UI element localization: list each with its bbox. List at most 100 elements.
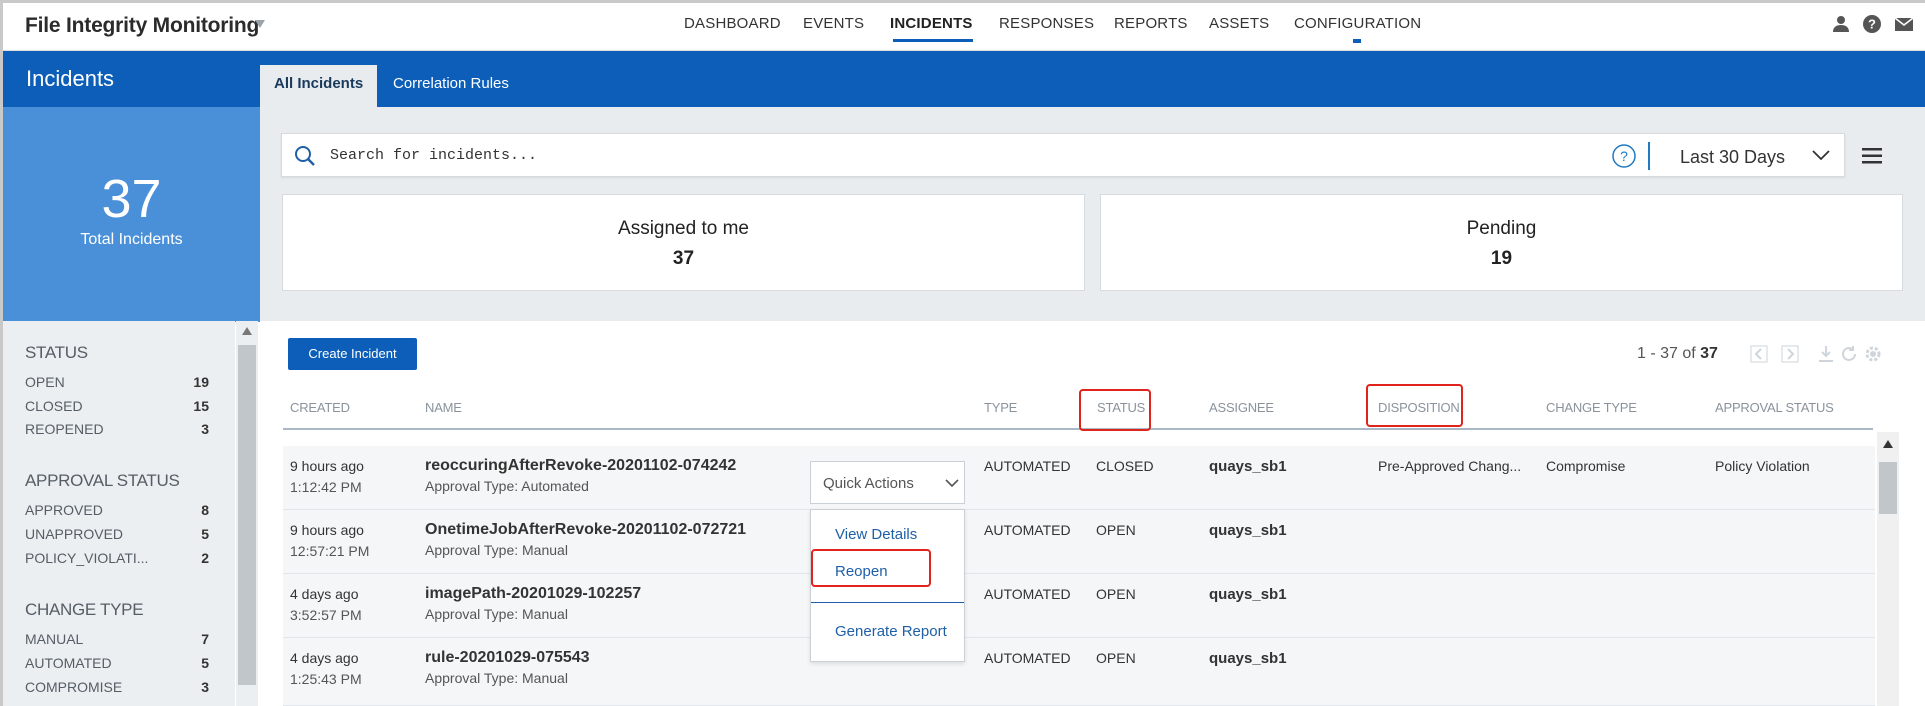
- reopen-highlight: [811, 549, 931, 587]
- menu-item-generate-report[interactable]: Generate Report: [835, 623, 947, 640]
- filter-count: 15: [193, 398, 209, 414]
- filter-approval-approved[interactable]: APPROVED 8: [25, 502, 209, 518]
- filter-label: OPEN: [25, 374, 65, 390]
- table-row[interactable]: 4 days ago 3:52:57 PM imagePath-20201029-…: [283, 574, 1875, 638]
- card-value: 37: [672, 248, 695, 269]
- create-incident-button[interactable]: Create Incident: [288, 338, 417, 370]
- settings-gear-icon[interactable]: [1864, 345, 1882, 363]
- created-cell: 9 hours ago 12:57:21 PM: [290, 522, 369, 559]
- scroll-up-arrow-icon[interactable]: [242, 327, 252, 335]
- nav-incidents[interactable]: INCIDENTS: [890, 15, 973, 32]
- chevron-down-icon[interactable]: [1812, 150, 1830, 162]
- incident-name[interactable]: reoccuringAfterRevoke-20201102-074242: [425, 457, 736, 475]
- type-cell: AUTOMATED: [984, 458, 1071, 474]
- mail-icon[interactable]: [1894, 15, 1914, 33]
- filter-change-compromise[interactable]: COMPROMISE 3: [25, 679, 209, 695]
- pending-card[interactable]: Pending 19: [1100, 194, 1903, 291]
- nav-assets[interactable]: ASSETS: [1209, 15, 1269, 32]
- card-title: Pending: [1466, 218, 1537, 239]
- menu-icon[interactable]: [1862, 148, 1882, 164]
- name-cell: reoccuringAfterRevoke-20201102-074242 App…: [425, 457, 736, 494]
- incident-name[interactable]: imagePath-20201029-102257: [425, 585, 641, 603]
- filter-status-closed[interactable]: CLOSED 15: [25, 398, 209, 414]
- pagination-info: 1 - 37 of 37: [1637, 345, 1718, 363]
- search-help-icon[interactable]: ?: [1612, 144, 1636, 168]
- nav-dashboard[interactable]: DASHBOARD: [684, 15, 781, 32]
- tab-correlation-rules[interactable]: Correlation Rules: [379, 65, 523, 107]
- chevron-down-icon: [945, 479, 959, 488]
- filter-status-open[interactable]: OPEN 19: [25, 374, 209, 390]
- nav-indicator: [1353, 39, 1361, 43]
- filter-approval-policy-violation[interactable]: POLICY_VIOLATI... 2: [25, 550, 209, 566]
- previous-page-icon[interactable]: [1750, 345, 1768, 363]
- total-incidents-count: 37: [101, 169, 162, 229]
- nav-responses[interactable]: RESPONSES: [999, 15, 1094, 32]
- column-header-created[interactable]: CREATED: [290, 400, 350, 415]
- table-row[interactable]: 4 days ago 1:25:43 PM rule-20201029-07554…: [283, 638, 1875, 706]
- nav-reports[interactable]: REPORTS: [1114, 15, 1188, 32]
- filter-count: 3: [201, 421, 209, 437]
- scrollbar-thumb[interactable]: [1879, 462, 1897, 514]
- assignee-cell: quays_sb1: [1209, 650, 1287, 667]
- name-cell: OnetimeJobAfterRevoke-20201102-072721 App…: [425, 521, 746, 558]
- user-icon[interactable]: [1832, 15, 1850, 33]
- filter-label: APPROVED: [25, 502, 103, 518]
- filters-scrollbar[interactable]: [236, 321, 258, 706]
- type-cell: AUTOMATED: [984, 650, 1071, 666]
- scroll-up-arrow-icon[interactable]: [1883, 440, 1893, 448]
- tab-all-incidents[interactable]: All Incidents: [260, 65, 378, 107]
- total-incidents-label: Total Incidents: [80, 231, 183, 248]
- column-header-approval-status[interactable]: APPROVAL STATUS: [1715, 400, 1834, 415]
- quick-actions-dropdown[interactable]: Quick Actions: [810, 461, 965, 504]
- app-title[interactable]: File Integrity Monitoring: [25, 14, 259, 38]
- page-title: Incidents: [26, 66, 115, 91]
- header-divider: [283, 428, 1873, 430]
- approval-type: Approval Type: Manual: [425, 606, 568, 622]
- table-scrollbar[interactable]: [1877, 432, 1899, 706]
- column-header-assignee[interactable]: ASSIGNEE: [1209, 400, 1274, 415]
- filter-heading-approval: APPROVAL STATUS: [25, 471, 180, 490]
- filter-label: CLOSED: [25, 398, 83, 414]
- next-page-icon[interactable]: [1781, 345, 1799, 363]
- filter-change-manual[interactable]: MANUAL 7: [25, 631, 209, 647]
- pager-range: 1 - 37 of: [1637, 345, 1696, 362]
- filter-approval-unapproved[interactable]: UNAPPROVED 5: [25, 526, 209, 542]
- search-input[interactable]: [330, 134, 1570, 176]
- card-title: Assigned to me: [618, 218, 749, 239]
- created-cell: 4 days ago 3:52:57 PM: [290, 586, 362, 623]
- filter-status-reopened[interactable]: REOPENED 3: [25, 421, 209, 437]
- assigned-to-me-card[interactable]: Assigned to me 37: [282, 194, 1085, 291]
- status-cell: OPEN: [1096, 650, 1136, 666]
- table-row[interactable]: 9 hours ago 1:12:42 PM reoccuringAfterRev…: [283, 446, 1875, 510]
- nav-configuration[interactable]: CONFIGURATION: [1294, 15, 1421, 32]
- filter-label: POLICY_VIOLATI...: [25, 550, 149, 566]
- filter-label: AUTOMATED: [25, 655, 112, 671]
- help-icon[interactable]: ?: [1863, 15, 1881, 33]
- column-header-change-type[interactable]: CHANGE TYPE: [1546, 400, 1637, 415]
- filter-count: 19: [193, 374, 209, 390]
- menu-item-view-details[interactable]: View Details: [835, 526, 917, 543]
- table-row[interactable]: 9 hours ago 12:57:21 PM OnetimeJobAfterRe…: [283, 510, 1875, 574]
- app-switcher-caret-icon[interactable]: [255, 20, 265, 28]
- pager-total: 37: [1700, 345, 1718, 362]
- card-value: 19: [1490, 248, 1513, 269]
- svg-text:?: ?: [1868, 17, 1876, 32]
- filter-change-automated[interactable]: AUTOMATED 5: [25, 655, 209, 671]
- status-cell: OPEN: [1096, 522, 1136, 538]
- filter-heading-status: STATUS: [25, 343, 88, 362]
- column-header-name[interactable]: NAME: [425, 400, 462, 415]
- column-header-type[interactable]: TYPE: [984, 400, 1017, 415]
- approval-type: Approval Type: Manual: [425, 670, 568, 686]
- nav-events[interactable]: EVENTS: [803, 15, 864, 32]
- incident-name[interactable]: OnetimeJobAfterRevoke-20201102-072721: [425, 521, 746, 539]
- date-range-select[interactable]: Last 30 Days: [1680, 147, 1785, 168]
- scrollbar-thumb[interactable]: [238, 345, 256, 685]
- menu-divider: [811, 602, 964, 603]
- created-relative: 9 hours ago: [290, 522, 364, 538]
- refresh-icon[interactable]: [1840, 345, 1858, 363]
- change-type-cell: Compromise: [1546, 458, 1626, 474]
- download-icon[interactable]: [1817, 345, 1835, 363]
- incident-name[interactable]: rule-20201029-075543: [425, 649, 590, 667]
- created-time: 1:25:43 PM: [290, 671, 362, 687]
- total-incidents-panel: 37 Total Incidents: [3, 107, 260, 322]
